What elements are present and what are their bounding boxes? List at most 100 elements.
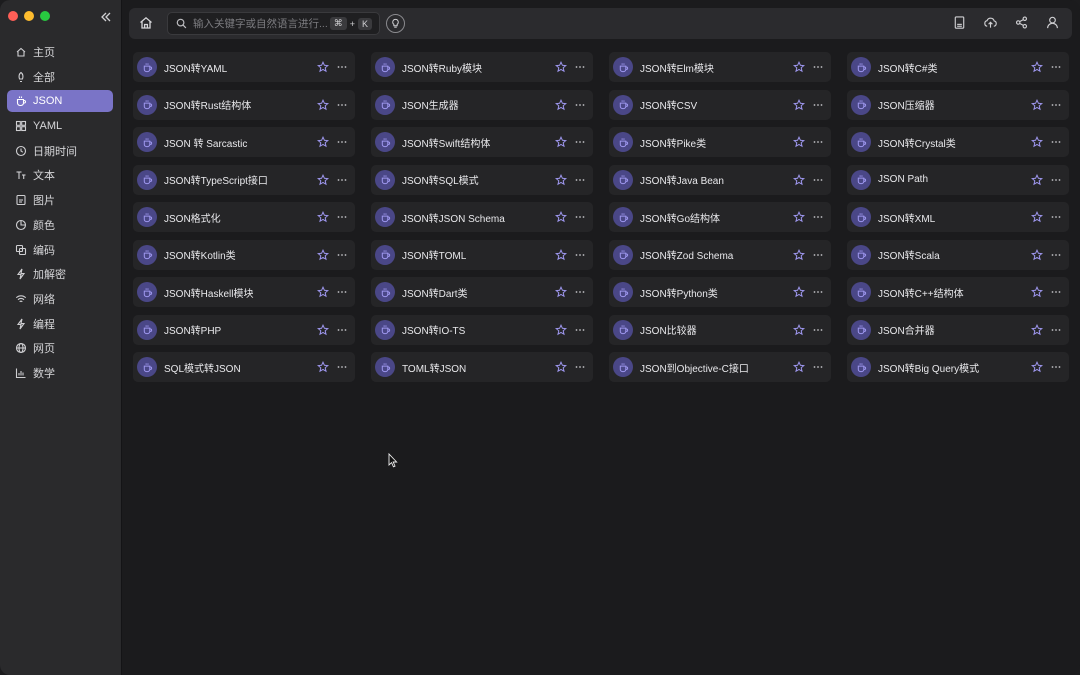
- star-icon[interactable]: [555, 286, 567, 298]
- star-icon[interactable]: [793, 323, 805, 336]
- more-options-icon[interactable]: [812, 249, 824, 261]
- star-icon[interactable]: [317, 361, 329, 373]
- tool-card[interactable]: JSON转IO-TS: [371, 314, 593, 345]
- more-options-icon[interactable]: [1050, 136, 1062, 148]
- sidebar-item-0[interactable]: 主页: [7, 41, 113, 63]
- more-options-icon[interactable]: [336, 99, 348, 111]
- star-icon[interactable]: [793, 286, 805, 298]
- star-icon[interactable]: [1031, 211, 1043, 223]
- sidebar-item-10[interactable]: 网络: [7, 288, 113, 310]
- cloud-upload-icon[interactable]: [983, 15, 998, 30]
- more-options-icon[interactable]: [574, 61, 586, 73]
- more-options-icon[interactable]: [812, 286, 824, 298]
- tool-card[interactable]: JSON转Elm模块: [609, 52, 831, 82]
- star-icon[interactable]: [555, 211, 567, 223]
- star-icon[interactable]: [1031, 61, 1043, 73]
- sidebar-item-11[interactable]: 编程: [7, 313, 113, 335]
- sidebar-item-13[interactable]: 数学: [7, 362, 113, 384]
- more-options-icon[interactable]: [1050, 174, 1062, 186]
- tool-card[interactable]: JSON转SQL模式: [371, 164, 593, 195]
- star-icon[interactable]: [555, 361, 567, 373]
- sidebar-item-5[interactable]: 文本: [7, 164, 113, 186]
- tool-card[interactable]: JSON转Swift结构体: [371, 127, 593, 157]
- more-options-icon[interactable]: [574, 99, 586, 111]
- star-icon[interactable]: [317, 61, 329, 73]
- sidebar-item-4[interactable]: 日期时间: [7, 140, 113, 162]
- star-icon[interactable]: [793, 173, 805, 186]
- star-icon[interactable]: [317, 173, 329, 186]
- share-icon[interactable]: [1014, 15, 1029, 30]
- tool-card[interactable]: JSON转Dart类: [371, 277, 593, 307]
- tool-card[interactable]: JSON转Crystal类: [847, 127, 1069, 157]
- tool-card[interactable]: JSON比较器: [609, 314, 831, 345]
- sidebar-item-3[interactable]: YAML: [7, 115, 113, 137]
- tool-card[interactable]: JSON转Kotlin类: [133, 239, 355, 270]
- search-input[interactable]: 输入关键字或自然语言进行...: [193, 16, 330, 31]
- tool-card[interactable]: JSON 转 Sarcastic: [133, 127, 355, 157]
- tool-card[interactable]: JSON格式化: [133, 202, 355, 232]
- close-window-button[interactable]: [8, 11, 18, 21]
- user-icon[interactable]: [1045, 15, 1060, 30]
- star-icon[interactable]: [317, 286, 329, 298]
- star-icon[interactable]: [1031, 361, 1043, 373]
- star-icon[interactable]: [1031, 286, 1043, 298]
- star-icon[interactable]: [317, 248, 329, 261]
- more-options-icon[interactable]: [336, 249, 348, 261]
- star-icon[interactable]: [793, 136, 805, 148]
- tool-card[interactable]: JSON转YAML: [133, 52, 355, 82]
- more-options-icon[interactable]: [812, 324, 824, 336]
- star-icon[interactable]: [317, 136, 329, 148]
- collapse-sidebar-icon[interactable]: [98, 9, 114, 25]
- tool-card[interactable]: JSON Path: [847, 164, 1069, 195]
- star-icon[interactable]: [793, 248, 805, 261]
- more-options-icon[interactable]: [574, 286, 586, 298]
- more-options-icon[interactable]: [812, 174, 824, 186]
- tool-card[interactable]: JSON转JSON Schema: [371, 202, 593, 232]
- minimize-window-button[interactable]: [24, 11, 34, 21]
- more-options-icon[interactable]: [336, 286, 348, 298]
- more-options-icon[interactable]: [336, 324, 348, 336]
- star-icon[interactable]: [555, 98, 567, 111]
- star-icon[interactable]: [793, 361, 805, 373]
- more-options-icon[interactable]: [1050, 361, 1062, 373]
- document-icon[interactable]: [952, 15, 967, 30]
- tool-card[interactable]: JSON到Objective-C接口: [609, 352, 831, 382]
- more-options-icon[interactable]: [574, 174, 586, 186]
- more-options-icon[interactable]: [574, 361, 586, 373]
- tool-card[interactable]: JSON转Rust结构体: [133, 89, 355, 120]
- tool-card[interactable]: JSON转Ruby模块: [371, 52, 593, 82]
- more-options-icon[interactable]: [812, 136, 824, 148]
- more-options-icon[interactable]: [1050, 324, 1062, 336]
- tool-card[interactable]: JSON转CSV: [609, 89, 831, 120]
- star-icon[interactable]: [1031, 248, 1043, 261]
- more-options-icon[interactable]: [574, 211, 586, 223]
- tool-card[interactable]: JSON转Go结构体: [609, 202, 831, 232]
- more-options-icon[interactable]: [812, 99, 824, 111]
- sidebar-item-7[interactable]: 颜色: [7, 214, 113, 236]
- star-icon[interactable]: [555, 173, 567, 186]
- more-options-icon[interactable]: [1050, 286, 1062, 298]
- more-options-icon[interactable]: [812, 61, 824, 73]
- more-options-icon[interactable]: [336, 211, 348, 223]
- star-icon[interactable]: [1031, 323, 1043, 336]
- tool-card[interactable]: JSON转TOML: [371, 239, 593, 270]
- tool-card[interactable]: TOML转JSON: [371, 352, 593, 382]
- tool-card[interactable]: JSON转Pike类: [609, 127, 831, 157]
- home-button[interactable]: [138, 15, 154, 31]
- tool-card[interactable]: JSON转PHP: [133, 314, 355, 345]
- star-icon[interactable]: [317, 323, 329, 336]
- tool-card[interactable]: JSON合并器: [847, 314, 1069, 345]
- tool-card[interactable]: SQL模式转JSON: [133, 352, 355, 382]
- star-icon[interactable]: [555, 61, 567, 73]
- more-options-icon[interactable]: [1050, 61, 1062, 73]
- tool-card[interactable]: JSON转Big Query模式: [847, 352, 1069, 382]
- tool-card[interactable]: JSON转C++结构体: [847, 277, 1069, 307]
- star-icon[interactable]: [317, 211, 329, 223]
- sidebar-item-9[interactable]: 加解密: [7, 263, 113, 285]
- tool-card[interactable]: JSON压缩器: [847, 89, 1069, 120]
- more-options-icon[interactable]: [1050, 249, 1062, 261]
- star-icon[interactable]: [793, 61, 805, 73]
- tool-card[interactable]: JSON转Python类: [609, 277, 831, 307]
- more-options-icon[interactable]: [574, 136, 586, 148]
- tool-card[interactable]: JSON生成器: [371, 89, 593, 120]
